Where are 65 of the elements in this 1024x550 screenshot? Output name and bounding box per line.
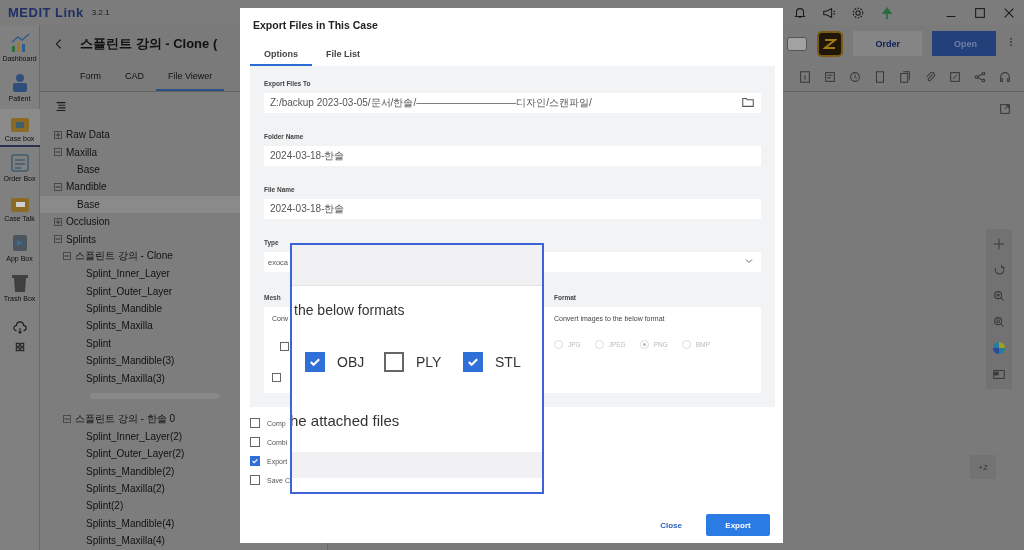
color-map-icon[interactable] [992, 341, 1006, 355]
check-icon [251, 457, 259, 465]
collapse-icon[interactable] [54, 235, 62, 244]
model-icon[interactable] [787, 36, 808, 51]
checkbox[interactable] [272, 373, 281, 382]
order-button[interactable]: Order [853, 31, 922, 56]
expand-icon [998, 102, 1012, 116]
share-icon[interactable] [973, 69, 987, 84]
format-label: PLY [416, 354, 442, 370]
zoom-fit-icon[interactable] [992, 315, 1006, 329]
checkbox[interactable] [250, 475, 260, 485]
settings-icon[interactable] [851, 5, 865, 20]
collapse-icon[interactable] [54, 148, 62, 157]
note-icon[interactable] [823, 69, 837, 84]
checkbox[interactable] [384, 352, 404, 372]
close-button[interactable]: Close [652, 514, 690, 536]
app-logo: MEDIT Link [8, 5, 84, 20]
document-icon[interactable] [873, 69, 887, 84]
format-label: OBJ [337, 354, 365, 370]
checkbox[interactable] [250, 456, 260, 466]
headset-icon[interactable] [998, 69, 1012, 84]
path-field[interactable]: Z:/backup 2023-03-05/문서/한솔/——————————디자인/스캔파일/ [264, 93, 761, 113]
list-icon [54, 100, 68, 114]
list-icon [8, 152, 31, 174]
case-title: 스플린트 강의 - Clone ( [80, 34, 218, 53]
edit-icon[interactable] [948, 69, 962, 84]
grid-icon [13, 341, 26, 353]
dialog-tab[interactable]: File List [312, 49, 374, 66]
checkbox[interactable] [250, 437, 260, 447]
open-button[interactable]: Open [932, 31, 996, 56]
checkbox[interactable] [280, 342, 289, 351]
attach-icon[interactable] [923, 69, 937, 84]
collapse-icon[interactable] [63, 414, 71, 423]
checkbox[interactable] [463, 352, 483, 372]
dialog-title: Export Files in This Case [252, 18, 379, 31]
tab[interactable]: Form [68, 62, 113, 91]
inset-heading: the below formats [294, 302, 406, 318]
expand-icon[interactable] [54, 130, 62, 139]
bell-icon[interactable] [793, 5, 807, 20]
format-label: STL [495, 354, 521, 370]
move-icon[interactable] [992, 237, 1006, 251]
version-label: 3.2.1 [91, 8, 110, 17]
tree-icon[interactable] [880, 5, 894, 20]
megaphone-icon[interactable] [822, 5, 836, 20]
maximize-icon[interactable] [973, 5, 987, 20]
checkbox[interactable] [305, 352, 325, 372]
checkbox[interactable] [250, 418, 260, 428]
input-field[interactable]: 2024-03-18-한솔 [264, 146, 761, 166]
panel-icon[interactable] [992, 367, 1006, 381]
zoom-in-icon[interactable] [992, 289, 1006, 303]
collapse-icon[interactable] [63, 252, 71, 261]
tab[interactable]: CAD [113, 62, 156, 91]
collapse-icon[interactable] [54, 182, 62, 191]
rotate-icon[interactable] [992, 263, 1006, 277]
folder-icon [741, 95, 755, 109]
expand-icon[interactable] [54, 217, 62, 226]
app-icon[interactable] [817, 30, 844, 57]
check-icon [308, 355, 322, 369]
cloud-icon [12, 321, 27, 335]
input-field[interactable]: 2024-03-18-한솔 [264, 199, 761, 219]
check-icon [466, 355, 480, 369]
export-button[interactable]: Export [706, 514, 770, 536]
history-icon[interactable] [848, 69, 862, 84]
info-icon[interactable] [798, 69, 812, 84]
copy-icon[interactable] [898, 69, 912, 84]
